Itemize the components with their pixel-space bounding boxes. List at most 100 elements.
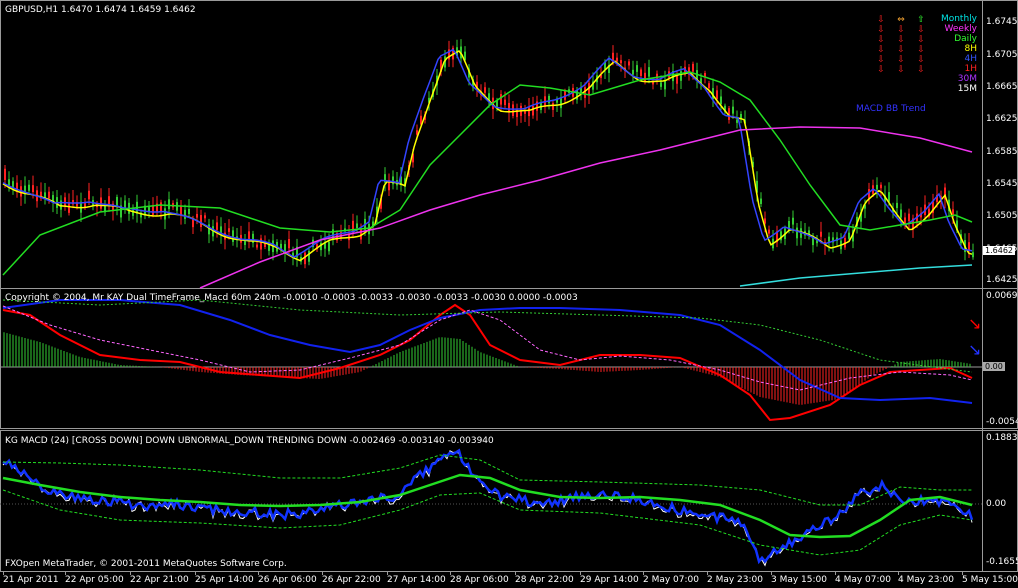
main-ytick: 1.6425 [986,275,1018,285]
price-candle-body [664,80,666,90]
xaxis-tick [195,572,196,575]
mid-ma-line [2,48,973,258]
arrow-column-3: ⇧ ⇩ ⇩ ⇩ ⇩ ⇩ [917,15,925,75]
price-candle-body [216,222,218,230]
xaxis-tick [515,572,516,575]
arrow-column-2: ⇔ ⇩ ⇩ ⇩ ⇩ ⇩ [897,15,905,75]
metatrader-chart-window: GBPUSD,H1 1.6470 1.6474 1.6459 1.6462 1.… [0,0,1018,588]
price-candle-body [196,213,198,218]
price-candle-body [660,82,662,87]
xaxis-tick [387,572,388,575]
xaxis-label: 26 Apr 06:00 [258,575,317,585]
timeframe-label: 1H [964,64,978,74]
price-candle-body [820,231,822,237]
price-candle-body [732,106,734,114]
price-candle-body [308,250,310,262]
macd1-red-arrow-icon: ↘ [968,314,982,333]
fast-ma-line [2,50,973,262]
main-ytick: 1.6745 [986,17,1018,27]
xaxis-label: 27 Apr 14:00 [387,575,446,585]
price-candle-body [552,103,554,110]
price-candle-body [392,176,394,185]
price-candle-body [708,83,710,89]
timeframe-label: 4H [964,54,978,64]
xaxis-label: 21 Apr 2011 [3,575,59,585]
main-ytick: 1.6585 [986,147,1018,157]
xaxis-tick [258,572,259,575]
macd1-signal-line [2,305,973,391]
price-candle-body [528,107,530,117]
price-candle-body [620,60,622,64]
price-candle-body [108,196,110,205]
xaxis-label: 29 Apr 14:00 [580,575,639,585]
current-price-tag: 1.6462 [983,246,1015,255]
price-candle-body [760,198,762,204]
xaxis-tick [580,572,581,575]
xaxis-label: 4 May 23:00 [898,575,954,585]
price-candle-body [908,213,910,222]
price-candle-body [116,196,118,207]
price-candle-body [228,228,230,232]
xaxis-tick [771,572,772,575]
price-candle-body [768,229,770,234]
price-candle-body [356,223,358,229]
timeframe-label: 15M [957,84,977,94]
price-candle-body [792,217,794,225]
price-candle-body [716,90,718,99]
xaxis-tick [898,572,899,575]
price-candle-body [900,209,902,218]
price-candle-body [880,184,882,189]
xaxis-label: 2 May 07:00 [643,575,699,585]
price-candle-body [636,65,638,72]
price-candle-body [548,95,550,104]
macd2-title: KG MACD (24) [CROSS DOWN] DOWN UBNORMAL_… [5,436,494,446]
macd2-ytick-bottom: -0.16551 [986,557,1018,567]
main-ytick: 1.6665 [986,82,1018,92]
price-candle-body [164,208,166,220]
macd1-ytick-bottom: -0.0054 [986,417,1018,427]
price-candle-body [48,191,50,199]
price-candle-body [4,168,6,181]
price-candle-body [8,179,10,186]
xaxis-tick [65,572,66,575]
price-candle-body [968,242,970,251]
price-candle-body [180,205,182,215]
xaxis-tick [3,572,4,575]
macd1-blue-arrow-icon: ↘ [968,340,982,359]
price-candle-body [328,241,330,252]
price-candle-body [88,190,90,200]
price-candle-body [512,104,514,117]
price-candle-body [848,232,850,239]
price-candle-body [876,184,878,190]
macd1-zero-tag: 0.00 [983,362,1005,371]
price-candle-body [628,61,630,66]
price-candle-body [64,197,66,206]
price-candle-body [28,184,30,191]
arrow-column-1: ⇩ ⇩ ⇩ ⇩ ⇩ ⇩ [877,15,885,75]
footer-copyright: FXOpen MetaTrader, © 2001-2011 MetaQuote… [5,559,287,569]
price-candle-body [720,96,722,105]
macd-bb-trend-label: MACD BB Trend [856,104,926,114]
price-candle-body [896,202,898,208]
xaxis-label: 2 May 23:00 [707,575,763,585]
xaxis-label: 5 May 15:00 [962,575,1018,585]
price-candle-body [500,94,502,105]
macd2-upper-band [2,454,972,506]
xaxis-tick [962,572,963,575]
price-candle-body [484,87,486,93]
xaxis-tick [450,572,451,575]
xaxis-label: 25 Apr 14:00 [195,575,254,585]
price-candle-body [632,69,634,75]
xaxis-tick [130,572,131,575]
price-candle-body [736,119,738,123]
macd1-ytick-top: 0.0069 [986,291,1018,301]
main-ytick: 1.6505 [986,211,1018,221]
price-candle-body [192,219,194,228]
xaxis-label: 22 Apr 21:00 [130,575,189,585]
price-candle-body [160,202,162,212]
xaxis-label: 26 Apr 22:00 [322,575,381,585]
main-ytick: 1.6545 [986,179,1018,189]
price-candle-body [648,67,650,77]
price-candle-body [256,244,258,248]
price-candle-body [248,231,250,240]
